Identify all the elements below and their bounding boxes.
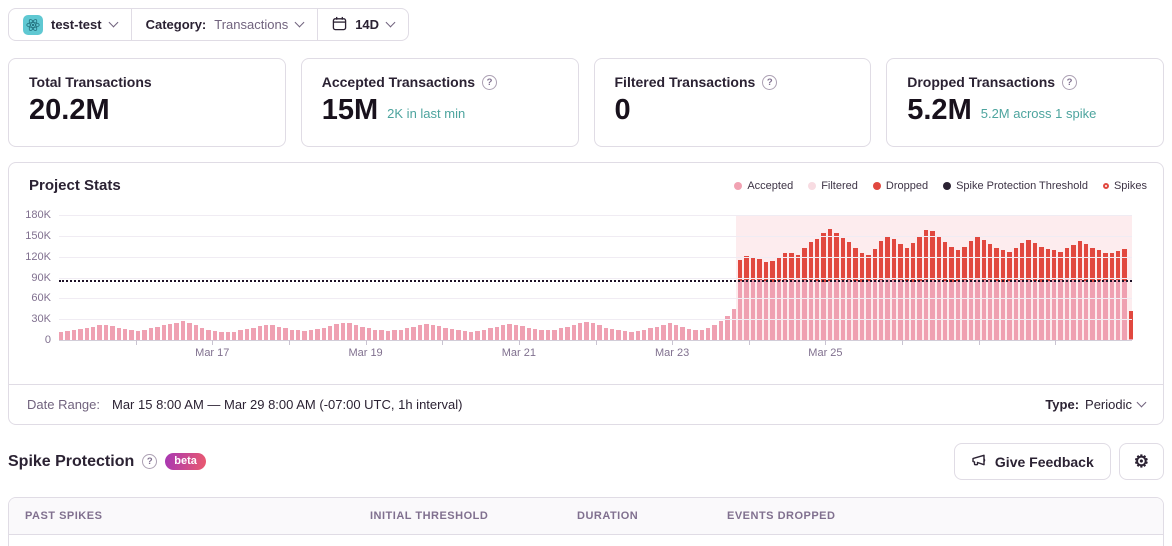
project-selector[interactable]: test-test	[9, 9, 131, 40]
spike-protection-header: Spike Protection ? beta Give Feedback ⚙	[8, 443, 1164, 480]
card-title: Filtered Transactions	[614, 74, 756, 90]
chart-legend: Accepted Filtered Dropped Spike Protecti…	[734, 180, 1147, 192]
y-axis-tick-label: 150K	[25, 229, 51, 242]
help-icon[interactable]: ?	[1062, 74, 1078, 90]
chevron-down-icon	[1136, 397, 1147, 408]
card-title: Total Transactions	[29, 74, 152, 90]
card-title: Dropped Transactions	[907, 74, 1056, 90]
legend-label: Spike Protection Threshold	[956, 179, 1088, 192]
gear-icon: ⚙	[1133, 452, 1149, 471]
megaphone-icon	[971, 452, 987, 471]
card-total-transactions: Total Transactions 20.2M	[8, 58, 286, 147]
legend-label: Spikes	[1113, 179, 1147, 192]
column-header-duration: DURATION	[577, 510, 639, 522]
help-icon[interactable]: ?	[142, 454, 158, 469]
x-axis-tick-label: Mar 19	[348, 347, 383, 359]
project-platform-icon	[23, 14, 43, 35]
y-axis-tick-label: 90K	[31, 271, 51, 284]
card-value: 15M	[321, 94, 379, 126]
legend-label: Accepted	[747, 179, 794, 192]
legend-ring-icon	[1102, 182, 1109, 189]
card-title: Accepted Transactions	[321, 74, 476, 90]
card-dropped-transactions: Dropped Transactions ? 5.2M 5.2M across …	[886, 58, 1164, 147]
legend-item-accepted[interactable]: Accepted	[734, 180, 793, 192]
chevron-down-icon	[385, 17, 396, 28]
give-feedback-button[interactable]: Give Feedback	[953, 443, 1111, 480]
legend-label: Filtered	[821, 179, 858, 192]
table-header-row: PAST SPIKES INITIAL THRESHOLD DURATION E…	[9, 498, 1163, 535]
column-header-initial-threshold: INITIAL THRESHOLD	[370, 510, 489, 522]
chart-footer: Date Range: Mar 15 8:00 AM — Mar 29 8:00…	[9, 384, 1163, 424]
date-range-label: Date Range:	[27, 397, 100, 412]
legend-dot-icon	[808, 181, 817, 190]
past-spikes-table: PAST SPIKES INITIAL THRESHOLD DURATION E…	[8, 497, 1164, 546]
card-subtext: 5.2M across 1 spike	[980, 106, 1097, 122]
card-subtext: 2K in last min	[387, 106, 466, 122]
x-axis-tick-label: Mar 23	[655, 347, 690, 359]
y-axis-tick-label: 60K	[31, 292, 51, 305]
help-icon[interactable]: ?	[762, 74, 778, 90]
type-selector[interactable]: Type: Periodic	[1045, 397, 1147, 412]
card-accepted-transactions: Accepted Transactions ? 15M 2K in last m…	[300, 58, 579, 147]
legend-item-filtered[interactable]: Filtered	[808, 180, 858, 192]
help-icon[interactable]: ?	[482, 74, 498, 90]
spike-protection-title: Spike Protection	[8, 452, 135, 470]
category-selector[interactable]: Category: Transactions	[130, 9, 318, 40]
card-filtered-transactions: Filtered Transactions ? 0	[593, 58, 872, 147]
spike-threshold-line	[59, 279, 1132, 282]
usage-stat-cards: Total Transactions 20.2M Accepted Transa…	[8, 58, 1164, 147]
legend-item-dropped[interactable]: Dropped	[872, 179, 929, 192]
legend-label: Dropped	[885, 179, 929, 192]
x-axis-tick-label: Mar 21	[501, 347, 536, 359]
type-label: Type:	[1045, 397, 1080, 412]
give-feedback-label: Give Feedback	[994, 453, 1094, 470]
chart-title: Project Stats	[29, 177, 121, 194]
type-value: Periodic	[1085, 397, 1132, 412]
page-filters-bar: test-test Category: Transactions 14D	[8, 8, 410, 41]
y-axis-tick-label: 180K	[25, 209, 51, 221]
y-axis-tick-label: 0	[44, 334, 51, 346]
card-value: 0	[614, 94, 631, 126]
y-axis-tick-label: 30K	[31, 313, 51, 326]
legend-item-spikes[interactable]: Spikes	[1102, 179, 1147, 192]
chevron-down-icon	[294, 17, 305, 28]
project-stats-panel: Project Stats Accepted Filtered Dropped …	[8, 162, 1164, 425]
settings-button[interactable]: ⚙	[1118, 443, 1164, 480]
legend-dot-icon	[734, 181, 743, 190]
project-name: test-test	[51, 17, 102, 32]
beta-badge: beta	[165, 453, 206, 470]
card-value: 5.2M	[907, 94, 972, 126]
category-label: Category:	[145, 17, 207, 32]
column-header-events-dropped: EVENTS DROPPED	[727, 510, 836, 522]
date-range-value: 14D	[355, 17, 380, 32]
date-range-text: Mar 15 8:00 AM — Mar 29 8:00 AM (-07:00 …	[112, 397, 463, 412]
category-value: Transactions	[214, 17, 289, 32]
calendar-icon	[332, 16, 347, 34]
date-range-selector[interactable]: 14D	[317, 9, 408, 40]
x-axis-tick-label: Mar 17	[195, 347, 230, 359]
legend-dot-icon	[943, 181, 952, 190]
legend-item-threshold[interactable]: Spike Protection Threshold	[943, 180, 1088, 192]
stats-bar-chart[interactable]: 180K 150K 120K 90K 60K 30K 0 Mar 17 Mar 19 Mar 21…	[25, 209, 1134, 359]
y-axis-tick-label: 120K	[25, 250, 51, 263]
card-value: 20.2M	[29, 94, 110, 126]
legend-dot-icon	[872, 181, 881, 190]
x-axis-tick-label: Mar 25	[808, 347, 843, 359]
chevron-down-icon	[108, 17, 119, 28]
column-header-past-spikes: PAST SPIKES	[25, 510, 103, 522]
